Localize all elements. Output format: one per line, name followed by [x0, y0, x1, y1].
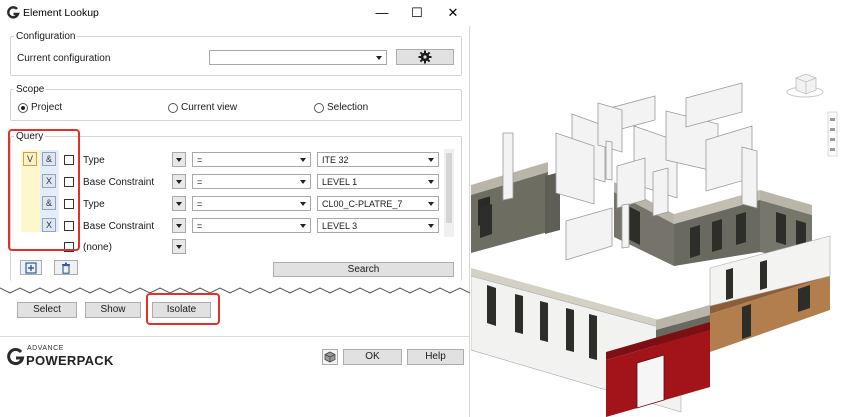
- query-scrollbar[interactable]: [444, 149, 454, 237]
- chevron-down-icon: [300, 158, 306, 162]
- window-title: Element Lookup: [23, 7, 99, 19]
- add-row-icon: [25, 262, 37, 274]
- powerpack-logo-icon: [7, 348, 25, 365]
- current-configuration-combo[interactable]: [209, 50, 387, 65]
- gear-icon: [418, 50, 432, 64]
- condition-combo[interactable]: =: [192, 174, 311, 189]
- scrollbar-thumb[interactable]: [446, 153, 452, 223]
- footer-divider: [0, 336, 470, 337]
- chevron-down-icon: [428, 202, 434, 206]
- navigation-bar[interactable]: [827, 111, 838, 157]
- delete-row-button[interactable]: [54, 260, 78, 275]
- scope-current-view-label: Current view: [181, 102, 238, 113]
- settings-button[interactable]: [396, 49, 454, 65]
- show-button[interactable]: Show: [85, 302, 141, 318]
- maximize-icon[interactable]: ☐: [406, 4, 428, 22]
- select-button[interactable]: Select: [17, 302, 77, 318]
- isolate-highlight: [146, 293, 220, 325]
- model-button[interactable]: [322, 349, 338, 365]
- add-row-button[interactable]: [20, 260, 42, 275]
- close-icon[interactable]: ✕: [442, 4, 464, 22]
- chevron-down-icon: [300, 224, 306, 228]
- query-parameter-label: Type: [83, 155, 105, 166]
- chevron-down-icon: [428, 158, 434, 162]
- brand-large-text: POWERPACK: [26, 353, 114, 368]
- scope-selection-radio[interactable]: [314, 103, 324, 113]
- chevron-down-icon: [376, 56, 382, 60]
- condition-combo[interactable]: =: [192, 152, 311, 167]
- scope-current-view-radio[interactable]: [168, 103, 178, 113]
- query-highlight: [8, 129, 80, 251]
- cube-icon: [324, 351, 336, 363]
- element-lookup-dialog: Element Lookup — ☐ ✕ Configuration Curre…: [0, 0, 470, 417]
- value-combo[interactable]: ITE 32: [317, 152, 439, 167]
- scope-project-label: Project: [31, 102, 63, 113]
- configuration-group-title: Configuration: [14, 31, 78, 42]
- condition-combo[interactable]: =: [192, 218, 311, 233]
- model-3d-viewport[interactable]: [470, 0, 842, 417]
- help-button[interactable]: Help: [407, 349, 464, 365]
- parameter-dropdown-button[interactable]: [172, 239, 186, 254]
- value-combo[interactable]: CL00_C-PLATRE_7: [317, 196, 439, 211]
- brand-small-text: ADVANCE: [27, 345, 64, 352]
- value-combo[interactable]: LEVEL 1: [317, 174, 439, 189]
- scope-selection-label: Selection: [327, 102, 369, 113]
- current-configuration-label: Current configuration: [17, 53, 111, 64]
- query-parameter-label: (none): [83, 242, 112, 253]
- query-parameter-label: Base Constraint: [83, 221, 155, 232]
- viewcube-icon[interactable]: [786, 73, 824, 98]
- scope-project-radio[interactable]: [18, 103, 28, 113]
- building-3d-model: [470, 73, 838, 417]
- value-combo[interactable]: LEVEL 3: [317, 218, 439, 233]
- ok-button[interactable]: OK: [343, 349, 402, 365]
- parameter-dropdown-button[interactable]: [172, 218, 186, 233]
- minimize-icon[interactable]: —: [371, 4, 393, 22]
- parameter-dropdown-button[interactable]: [172, 174, 186, 189]
- delete-icon: [62, 262, 70, 274]
- scope-group-title: Scope: [14, 84, 47, 95]
- lower-wing-walls: [470, 235, 831, 417]
- chevron-down-icon: [428, 180, 434, 184]
- parameter-dropdown-button[interactable]: [172, 196, 186, 211]
- title-bar: Element Lookup — ☐ ✕: [0, 0, 470, 26]
- condition-combo[interactable]: =: [192, 196, 311, 211]
- chevron-down-icon: [428, 224, 434, 228]
- app-g-icon: [7, 6, 20, 19]
- cut-separator: [0, 287, 470, 294]
- chevron-down-icon: [300, 202, 306, 206]
- query-parameter-label: Type: [83, 199, 105, 210]
- parameter-dropdown-button[interactable]: [172, 152, 186, 167]
- chevron-down-icon: [300, 180, 306, 184]
- query-parameter-label: Base Constraint: [83, 177, 155, 188]
- search-button[interactable]: Search: [273, 262, 454, 277]
